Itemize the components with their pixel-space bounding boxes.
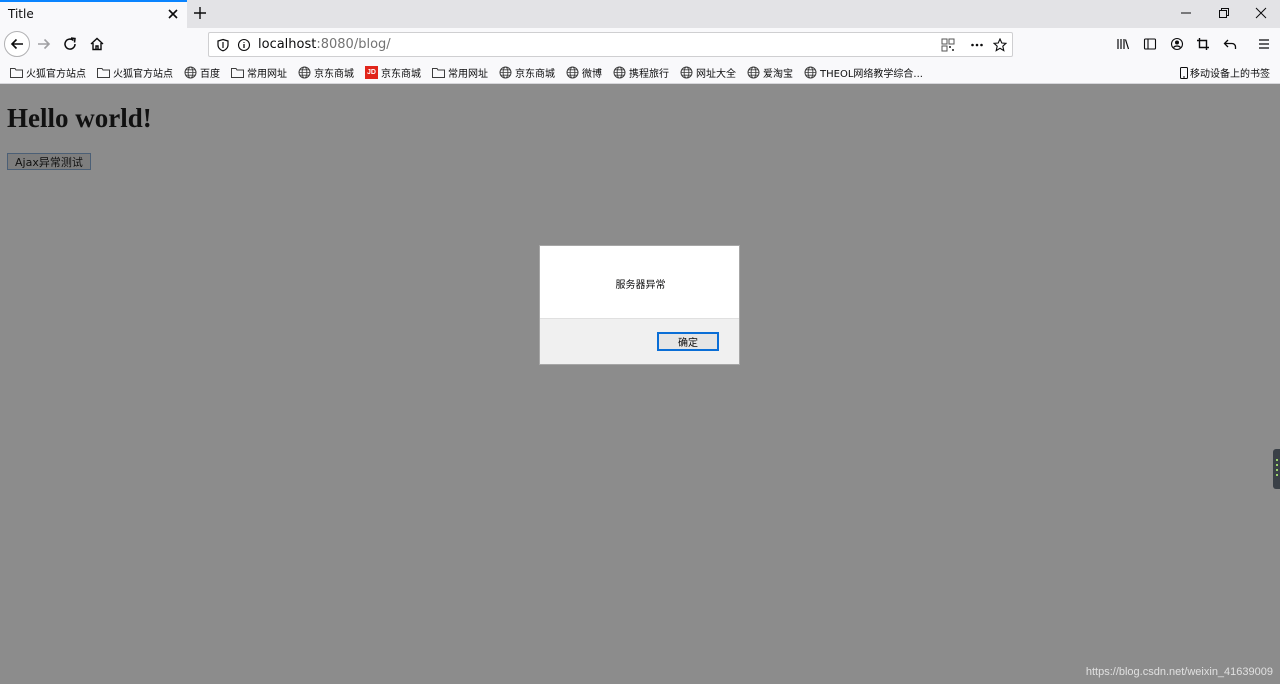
- library-icon[interactable]: [1116, 37, 1130, 51]
- bookmark-label: 京东商城: [314, 68, 354, 80]
- bookmark-item[interactable]: 常用网址: [432, 65, 488, 80]
- url-text[interactable]: localhost:8080/blog/: [258, 37, 391, 52]
- arrow-left-icon: [10, 38, 23, 50]
- globe-icon: [747, 66, 760, 78]
- menu-icon[interactable]: [1257, 37, 1271, 51]
- bookmark-item[interactable]: 常用网址: [231, 65, 287, 80]
- bookmark-item[interactable]: 爱淘宝: [747, 65, 793, 80]
- bookmark-item[interactable]: 微博: [566, 65, 602, 80]
- navigation-toolbar: localhost:8080/blog/: [0, 28, 1280, 60]
- bookmark-label: 火狐官方站点: [26, 68, 86, 80]
- bookmark-label: 京东商城: [515, 68, 555, 80]
- more-actions-icon[interactable]: [970, 38, 984, 52]
- star-icon[interactable]: [993, 38, 1007, 52]
- reload-button[interactable]: [58, 32, 82, 56]
- close-icon[interactable]: [165, 6, 181, 22]
- account-icon[interactable]: [1170, 37, 1184, 51]
- back-button[interactable]: [4, 31, 30, 57]
- bookmark-item[interactable]: 百度: [184, 65, 220, 80]
- close-window-icon[interactable]: [1254, 6, 1268, 20]
- folder-icon: [97, 67, 110, 78]
- bookmark-label: 爱淘宝: [763, 68, 793, 80]
- url-path: :8080/blog/: [316, 37, 391, 52]
- bookmark-label: THEOL网络教学综合...: [820, 68, 923, 80]
- dialog-message: 服务器异常: [615, 280, 666, 291]
- minimize-icon[interactable]: [1179, 6, 1193, 20]
- page-content: Hello world! Ajax异常测试: [0, 85, 1280, 684]
- screenshot-crop-icon[interactable]: [1196, 37, 1210, 51]
- tab-title: Title: [8, 7, 34, 21]
- bookmark-item[interactable]: 京东商城: [499, 65, 555, 80]
- folder-icon: [10, 67, 23, 78]
- forward-button[interactable]: [32, 32, 56, 56]
- watermark-text: https://blog.csdn.net/weixin_41639009: [1085, 666, 1273, 678]
- url-host: localhost: [258, 37, 317, 52]
- dialog-footer: 确定: [540, 318, 739, 364]
- arrow-right-icon: [38, 38, 51, 50]
- home-icon: [90, 37, 104, 51]
- ajax-test-button[interactable]: Ajax异常测试: [7, 153, 91, 170]
- alert-dialog: 服务器异常 确定: [539, 245, 740, 365]
- tab-strip: Title: [0, 0, 1280, 28]
- home-button[interactable]: [85, 32, 109, 56]
- tab-title-page[interactable]: Title: [0, 0, 187, 28]
- mobile-device-icon: [1180, 66, 1188, 79]
- tracking-shield-icon[interactable]: [216, 38, 230, 52]
- bookmark-item[interactable]: 携程旅行: [613, 65, 669, 80]
- bookmark-item[interactable]: 京东商城: [298, 65, 354, 80]
- folder-icon: [432, 67, 445, 78]
- reload-icon: [64, 37, 76, 50]
- bookmark-label: 携程旅行: [629, 68, 669, 80]
- undo-icon[interactable]: [1223, 37, 1237, 51]
- globe-icon: [298, 66, 311, 78]
- info-icon[interactable]: [237, 38, 251, 52]
- bookmark-item[interactable]: 火狐官方站点: [10, 65, 86, 80]
- bookmark-item[interactable]: JD 京东商城: [365, 65, 421, 80]
- bookmark-label: 火狐官方站点: [113, 68, 173, 80]
- bookmark-item[interactable]: THEOL网络教学综合...: [804, 65, 923, 80]
- globe-icon: [680, 66, 693, 78]
- bookmark-label: 网址大全: [696, 68, 736, 80]
- mobile-bookmarks-label: 移动设备上的书签: [1190, 69, 1270, 80]
- mobile-bookmarks[interactable]: 移动设备上的书签: [1180, 65, 1270, 80]
- bookmark-label: 常用网址: [448, 68, 488, 80]
- restore-icon[interactable]: [1217, 6, 1231, 20]
- globe-icon: [613, 66, 626, 78]
- bookmark-item[interactable]: 火狐官方站点: [97, 65, 173, 80]
- bookmark-label: 京东商城: [381, 68, 421, 80]
- ok-button[interactable]: 确定: [657, 332, 719, 351]
- qr-code-icon[interactable]: [941, 38, 955, 52]
- globe-icon: [184, 66, 197, 78]
- side-panel-handle[interactable]: [1273, 449, 1280, 489]
- globe-icon: [804, 66, 817, 78]
- plus-icon[interactable]: [192, 5, 208, 21]
- folder-icon: [231, 67, 244, 78]
- globe-icon: [566, 66, 579, 78]
- globe-icon: [499, 66, 512, 78]
- bookmark-label: 微博: [582, 68, 602, 80]
- address-bar[interactable]: localhost:8080/blog/: [208, 32, 1013, 57]
- bookmark-label: 百度: [200, 68, 220, 80]
- bookmark-label: 常用网址: [247, 68, 287, 80]
- sidebar-icon[interactable]: [1143, 37, 1157, 51]
- bookmark-item[interactable]: 网址大全: [680, 65, 736, 80]
- page-title: Hello world!: [7, 103, 152, 133]
- bookmarks-toolbar: 火狐官方站点 火狐官方站点 百度 常用网址 京东商城 JD 京东商城 常用网址 京东商城 微博 携程…: [0, 60, 1280, 84]
- jd-icon: JD: [365, 65, 378, 79]
